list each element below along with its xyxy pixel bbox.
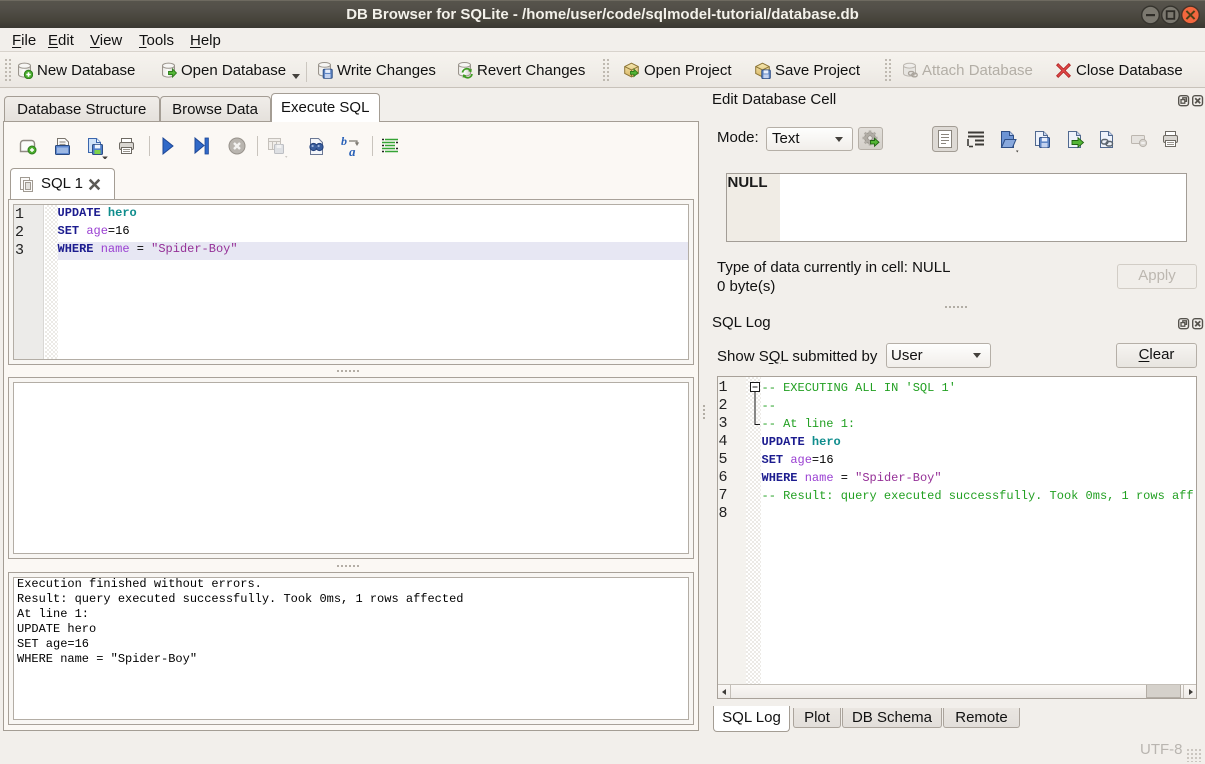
svg-text:b: b (341, 134, 347, 148)
svg-text:a: a (349, 144, 356, 159)
